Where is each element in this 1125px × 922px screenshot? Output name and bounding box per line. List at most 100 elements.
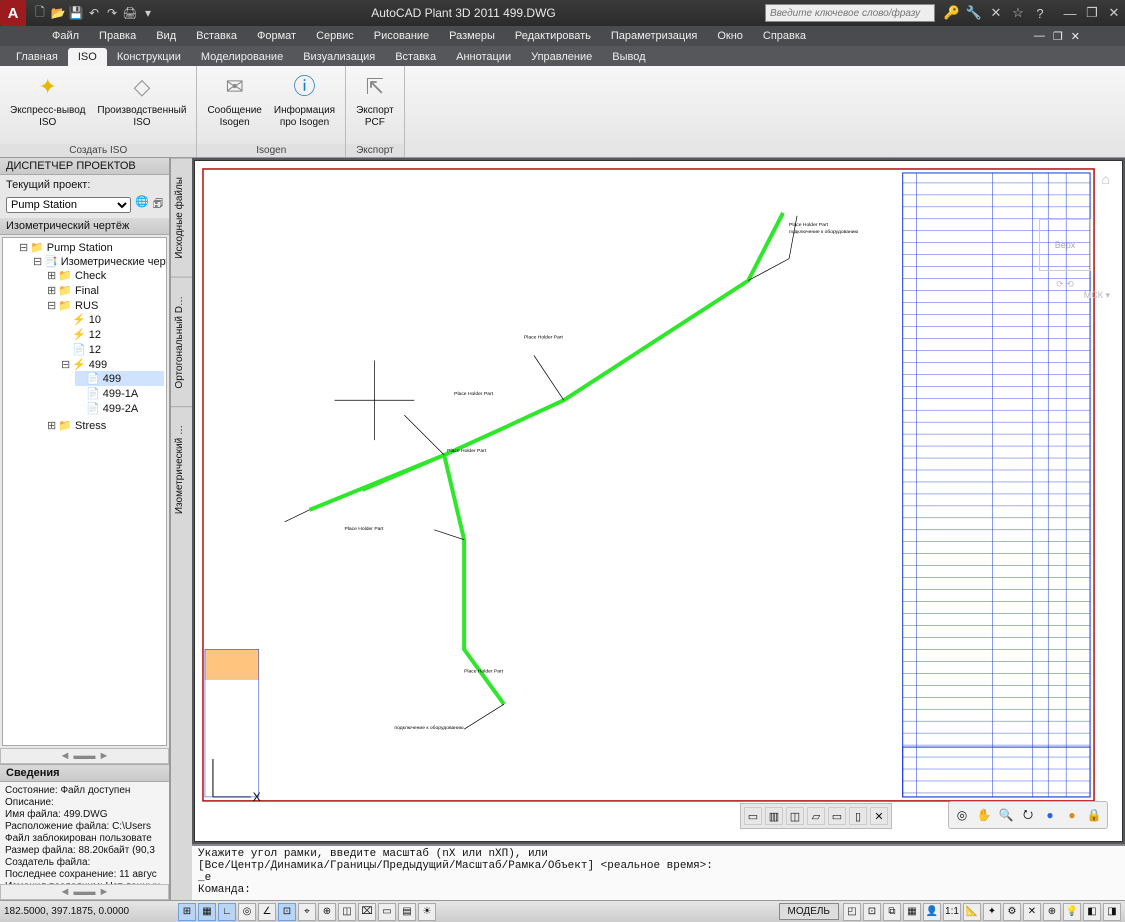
- nav-steering-icon[interactable]: ◎: [953, 806, 971, 824]
- layout-btn-2[interactable]: ▥: [765, 807, 783, 825]
- wrench-icon[interactable]: 🔧: [963, 2, 985, 24]
- nav-rec-icon[interactable]: ●: [1063, 806, 1081, 824]
- tree-item-499[interactable]: ⊟⚡ 499📄 499📄 499-1A📄 499-2A: [61, 357, 164, 417]
- layout-btn-4[interactable]: ▱: [807, 807, 825, 825]
- minimize-button[interactable]: —: [1059, 2, 1081, 24]
- status-right-0[interactable]: ◰: [843, 903, 861, 921]
- favorite-icon[interactable]: ☆: [1007, 2, 1029, 24]
- qat-undo-icon[interactable]: ↶: [86, 5, 102, 21]
- status-toggle-8[interactable]: ◫: [338, 903, 356, 921]
- export-pcf-button[interactable]: ⇱ЭкспортPCF: [352, 69, 398, 131]
- tree-item-12[interactable]: ⚡ 12: [61, 327, 164, 342]
- qat-dropdown-icon[interactable]: ▾: [140, 5, 156, 21]
- viewcube[interactable]: ⌂ Верх ⟳ ⟲ МСК ▾: [1020, 171, 1110, 311]
- nav-zoom-icon[interactable]: 🔍: [997, 806, 1015, 824]
- status-toggle-12[interactable]: ☀: [418, 903, 436, 921]
- status-toggle-9[interactable]: ⌧: [358, 903, 376, 921]
- viewcube-home-icon[interactable]: ⌂: [1020, 171, 1110, 187]
- menu-modify[interactable]: Редактировать: [505, 28, 601, 44]
- tree-folder-Stress[interactable]: ⊞📁 Stress: [47, 418, 164, 433]
- tree-item-12[interactable]: 📄 12: [61, 342, 164, 357]
- tab-iso[interactable]: ISO: [68, 48, 107, 66]
- tab-visualize[interactable]: Визуализация: [293, 48, 385, 66]
- status-toggle-6[interactable]: ⌖: [298, 903, 316, 921]
- viewcube-rotate-icon[interactable]: ⟳ ⟲: [1020, 279, 1110, 290]
- menu-window[interactable]: Окно: [707, 28, 753, 44]
- status-right-5[interactable]: 1:1: [943, 903, 961, 921]
- layout-btn-close[interactable]: ✕: [870, 807, 888, 825]
- doc-minimize-button[interactable]: —: [1031, 30, 1048, 43]
- express-iso-button[interactable]: ✦Экспресс-выводISO: [6, 69, 89, 131]
- drawing-canvas[interactable]: Place Holder Part подключение к оборудов…: [194, 160, 1123, 842]
- isogen-msg-button[interactable]: ✉СообщениеIsogen: [203, 69, 265, 131]
- menu-help[interactable]: Справка: [753, 28, 816, 44]
- status-right-6[interactable]: 📐: [963, 903, 981, 921]
- tab-manage[interactable]: Управление: [521, 48, 602, 66]
- status-right-1[interactable]: ⊡: [863, 903, 881, 921]
- maximize-button[interactable]: ❐: [1081, 2, 1103, 24]
- doc-close-button[interactable]: ✕: [1068, 30, 1083, 43]
- qat-open-icon[interactable]: 📂: [50, 5, 66, 21]
- menu-tools[interactable]: Сервис: [306, 28, 364, 44]
- status-right-4[interactable]: 👤: [923, 903, 941, 921]
- status-right-9[interactable]: ✕: [1023, 903, 1041, 921]
- layout-btn-6[interactable]: ▯: [849, 807, 867, 825]
- status-toggle-5[interactable]: ⊡: [278, 903, 296, 921]
- status-right-10[interactable]: ⊕: [1043, 903, 1061, 921]
- layout-btn-5[interactable]: ▭: [828, 807, 846, 825]
- layout-btn-1[interactable]: ▭: [744, 807, 762, 825]
- tree-folder-Check[interactable]: ⊞📁 Check: [47, 268, 164, 283]
- tab-insert[interactable]: Вставка: [385, 48, 446, 66]
- nav-lock-icon[interactable]: 🔒: [1085, 806, 1103, 824]
- menu-parametric[interactable]: Параметризация: [601, 28, 707, 44]
- status-right-12[interactable]: ◧: [1083, 903, 1101, 921]
- tree-iso-group[interactable]: ⊟📑 Изометрические черт⊞📁 Check⊞📁 Final⊟📁…: [33, 254, 164, 434]
- menu-file[interactable]: Файл: [42, 28, 89, 44]
- menu-insert[interactable]: Вставка: [186, 28, 247, 44]
- nav-showmotion-icon[interactable]: ●: [1041, 806, 1059, 824]
- status-right-8[interactable]: ⚙: [1003, 903, 1021, 921]
- viewcube-wcs[interactable]: МСК ▾: [1020, 290, 1110, 301]
- qat-new-icon[interactable]: 🗋: [32, 5, 48, 21]
- tab-structures[interactable]: Конструкции: [107, 48, 191, 66]
- tree-item-499[interactable]: 📄 499: [75, 371, 164, 386]
- app-logo[interactable]: A: [0, 0, 26, 26]
- menu-dimension[interactable]: Размеры: [439, 28, 505, 44]
- status-right-3[interactable]: ▦: [903, 903, 921, 921]
- search-input[interactable]: [765, 4, 935, 22]
- menu-format[interactable]: Формат: [247, 28, 306, 44]
- status-toggle-0[interactable]: ⊞: [178, 903, 196, 921]
- menu-view[interactable]: Вид: [146, 28, 186, 44]
- exchange-icon[interactable]: ✕: [985, 2, 1007, 24]
- tree-folder-RUS[interactable]: ⊟📁 RUS⚡ 10⚡ 12📄 12⊟⚡ 499📄 499📄 499-1A📄 4…: [47, 298, 164, 418]
- tree-folder-Final[interactable]: ⊞📁 Final: [47, 283, 164, 298]
- tree-item-10[interactable]: ⚡ 10: [61, 312, 164, 327]
- status-right-7[interactable]: ✦: [983, 903, 1001, 921]
- status-toggle-11[interactable]: ▤: [398, 903, 416, 921]
- tree-item-499-1A[interactable]: 📄 499-1A: [75, 386, 164, 401]
- tree-item-499-2A[interactable]: 📄 499-2A: [75, 401, 164, 416]
- status-toggle-2[interactable]: ∟: [218, 903, 236, 921]
- tab-output[interactable]: Вывод: [602, 48, 655, 66]
- qat-redo-icon[interactable]: ↷: [104, 5, 120, 21]
- status-toggle-4[interactable]: ∠: [258, 903, 276, 921]
- side-tab-source[interactable]: Исходные файлы: [171, 158, 192, 277]
- menu-draw[interactable]: Рисование: [364, 28, 439, 44]
- layout-btn-3[interactable]: ◫: [786, 807, 804, 825]
- status-toggle-3[interactable]: ◎: [238, 903, 256, 921]
- current-project-select[interactable]: Pump Station: [6, 197, 131, 213]
- status-right-13[interactable]: ◨: [1103, 903, 1121, 921]
- prod-iso-button[interactable]: ◇ПроизводственныйISO: [93, 69, 190, 131]
- menu-edit[interactable]: Правка: [89, 28, 146, 44]
- tree-hscroll[interactable]: ◄ ▬▬ ►: [0, 748, 169, 764]
- tab-modeling[interactable]: Моделирование: [191, 48, 293, 66]
- tree-header[interactable]: Изометрический чертёж: [0, 218, 169, 235]
- status-toggle-1[interactable]: ▦: [198, 903, 216, 921]
- doc-restore-button[interactable]: ❐: [1050, 30, 1066, 43]
- tab-home[interactable]: Главная: [6, 48, 68, 66]
- tab-annotate[interactable]: Аннотации: [446, 48, 521, 66]
- side-tab-ortho[interactable]: Ортогональный D…: [171, 277, 192, 407]
- details-hscroll[interactable]: ◄ ▬▬ ►: [0, 884, 169, 900]
- status-right-2[interactable]: ⧉: [883, 903, 901, 921]
- project-tree[interactable]: ⊟📁 Pump Station ⊟📑 Изометрические черт⊞📁…: [2, 237, 167, 746]
